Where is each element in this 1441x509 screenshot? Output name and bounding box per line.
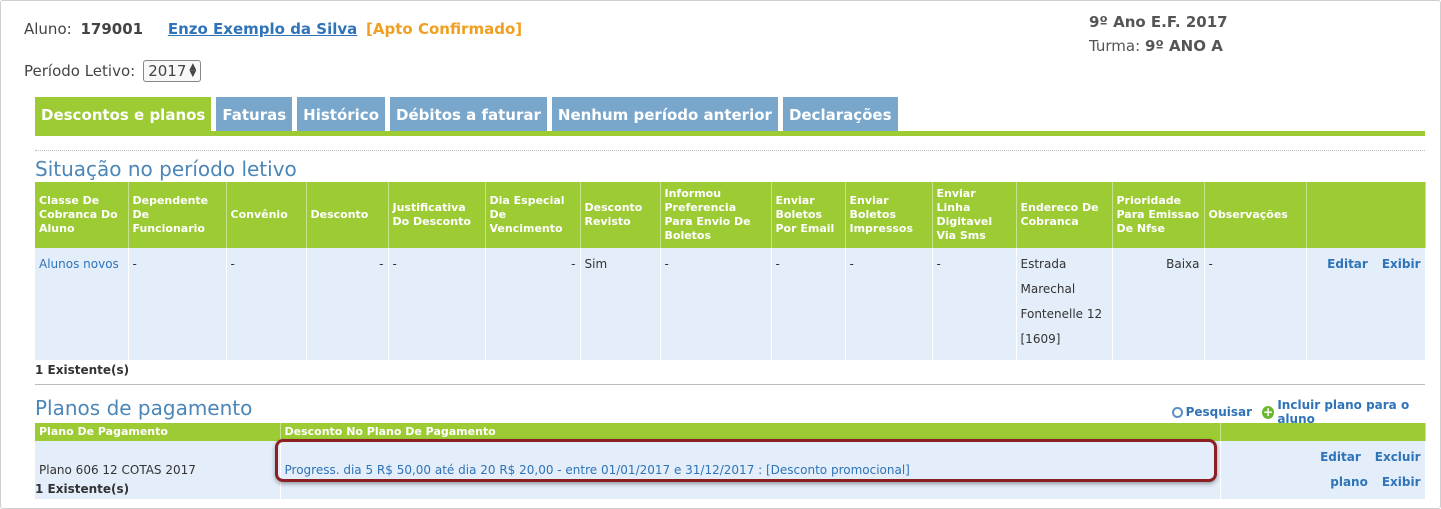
planos-header-row: Plano De Pagamento Desconto No Plano De … bbox=[35, 423, 1426, 441]
situacao-title: Situação no período letivo bbox=[35, 157, 297, 181]
tab-descontos-planos[interactable]: Descontos e planos bbox=[35, 97, 212, 132]
search-button[interactable]: Pesquisar bbox=[1186, 405, 1252, 419]
col-observacoes: Observações bbox=[1204, 182, 1307, 248]
student-status-badge: [Apto Confirmado] bbox=[366, 20, 523, 38]
classe-link[interactable]: Alunos novos bbox=[39, 257, 119, 271]
col-impressos: Enviar Boletos Impressos bbox=[845, 182, 933, 248]
planos-title: Planos de pagamento bbox=[35, 396, 253, 420]
cell-informou: - bbox=[660, 248, 772, 360]
cell-convenio: - bbox=[226, 248, 307, 360]
class-info: 9º Ano E.F. 2017 Turma: 9º ANO A bbox=[1089, 10, 1228, 58]
aluno-id: 179001 bbox=[80, 20, 144, 38]
situacao-count: 1 Existente(s) bbox=[35, 363, 130, 377]
student-header: Aluno: 179001 Enzo Exemplo da Silva [Apt… bbox=[24, 20, 522, 38]
tab-nenhum-periodo[interactable]: Nenhum período anterior bbox=[551, 97, 778, 132]
col-actions bbox=[1306, 182, 1426, 248]
cell-actions: Editar Exibir bbox=[1306, 248, 1426, 360]
col-dia-especial: Dia Especial De Vencimento bbox=[485, 182, 581, 248]
cell-planos-actions: Editar Excluir plano Exibir bbox=[1220, 441, 1426, 499]
col-classe: Classe De Cobranca Do Aluno bbox=[35, 182, 129, 248]
add-plan-button[interactable]: Incluir plano para o aluno bbox=[1277, 398, 1441, 426]
cell-classe: Alunos novos bbox=[35, 248, 129, 360]
cell-email: - bbox=[771, 248, 846, 360]
section-divider bbox=[35, 150, 1425, 151]
tab-faturas[interactable]: Faturas bbox=[216, 97, 293, 132]
cell-desconto-revisto: Sim bbox=[580, 248, 661, 360]
periodo-label: Período Letivo: bbox=[24, 62, 136, 80]
col-sms: Enviar Linha Digitavel Via Sms bbox=[932, 182, 1017, 248]
tab-underline bbox=[35, 131, 1425, 136]
desconto-plano-link[interactable]: Progress. dia 5 R$ 50,00 até dia 20 R$ 2… bbox=[285, 463, 910, 477]
cell-justificativa: - bbox=[388, 248, 486, 360]
situacao-table: Classe De Cobranca Do Aluno Dependente D… bbox=[35, 182, 1426, 360]
edit-plan-button[interactable]: Editar bbox=[1320, 450, 1361, 464]
aluno-label: Aluno: bbox=[24, 20, 72, 38]
col-endereco: Endereco De Cobranca bbox=[1016, 182, 1113, 248]
add-icon: + bbox=[1262, 404, 1275, 419]
col-desconto-revisto: Desconto Revisto bbox=[580, 182, 661, 248]
tab-historico[interactable]: Histórico bbox=[297, 97, 386, 132]
col-dependente: Dependente De Funcionario bbox=[128, 182, 227, 248]
tab-debitos-faturar[interactable]: Débitos a faturar bbox=[390, 97, 547, 132]
table-row: Alunos novos - - - - - Sim - - - - Estra… bbox=[35, 248, 1426, 360]
col-prioridade: Prioridade Para Emissao De Nfse bbox=[1112, 182, 1205, 248]
col-desconto-plano: Desconto No Plano De Pagamento bbox=[280, 423, 1221, 441]
cell-desconto-plano: Progress. dia 5 R$ 50,00 até dia 20 R$ 2… bbox=[280, 441, 1221, 499]
student-name-link[interactable]: Enzo Exemplo da Silva bbox=[168, 20, 357, 38]
col-planos-actions bbox=[1220, 423, 1426, 441]
planos-table: Plano De Pagamento Desconto No Plano De … bbox=[35, 423, 1426, 499]
periodo-row: Período Letivo: 2017 ▲ ▼ bbox=[24, 60, 202, 82]
planos-count: 1 Existente(s) bbox=[35, 482, 130, 496]
tab-declaracoes[interactable]: Declarações bbox=[782, 97, 898, 132]
col-plano: Plano De Pagamento bbox=[35, 423, 281, 441]
turma-label: Turma: bbox=[1089, 37, 1141, 55]
view-plan-button[interactable]: Exibir bbox=[1382, 475, 1421, 489]
edit-button[interactable]: Editar bbox=[1327, 257, 1368, 271]
view-button[interactable]: Exibir bbox=[1382, 257, 1421, 271]
serie-label: 9º Ano E.F. 2017 bbox=[1089, 13, 1228, 31]
cell-impressos: - bbox=[845, 248, 933, 360]
col-justificativa: Justificativa Do Desconto bbox=[388, 182, 486, 248]
situacao-header-row: Classe De Cobranca Do Aluno Dependente D… bbox=[35, 182, 1426, 248]
periodo-select[interactable]: 2017 ▲ ▼ bbox=[143, 60, 202, 82]
cell-dependente: - bbox=[128, 248, 227, 360]
table-row: Plano 606 12 COTAS 2017 Progress. dia 5 … bbox=[35, 441, 1426, 499]
cell-endereco: Estrada Marechal Fontenelle 12 [1609] bbox=[1016, 248, 1113, 360]
col-desconto: Desconto bbox=[306, 182, 389, 248]
select-arrows-icon: ▲ ▼ bbox=[189, 62, 197, 79]
cell-prioridade: Baixa bbox=[1112, 248, 1205, 360]
cell-dia-especial: - bbox=[485, 248, 581, 360]
col-email: Enviar Boletos Por Email bbox=[771, 182, 846, 248]
col-convenio: Convênio bbox=[226, 182, 307, 248]
planos-toolbar: Pesquisar + Incluir plano para o aluno bbox=[1172, 398, 1441, 426]
turma-row: Turma: 9º ANO A bbox=[1089, 34, 1228, 58]
periodo-value: 2017 bbox=[148, 62, 187, 80]
turma-value: 9º ANO A bbox=[1144, 37, 1223, 55]
search-icon bbox=[1172, 406, 1183, 418]
cell-observacoes: - bbox=[1204, 248, 1307, 360]
cell-sms: - bbox=[932, 248, 1017, 360]
cell-desconto: - bbox=[306, 248, 389, 360]
tab-bar: Descontos e planos Faturas Histórico Déb… bbox=[35, 97, 903, 132]
section-divider bbox=[35, 384, 1425, 385]
col-informou: Informou Preferencia Para Envio De Bolet… bbox=[660, 182, 772, 248]
